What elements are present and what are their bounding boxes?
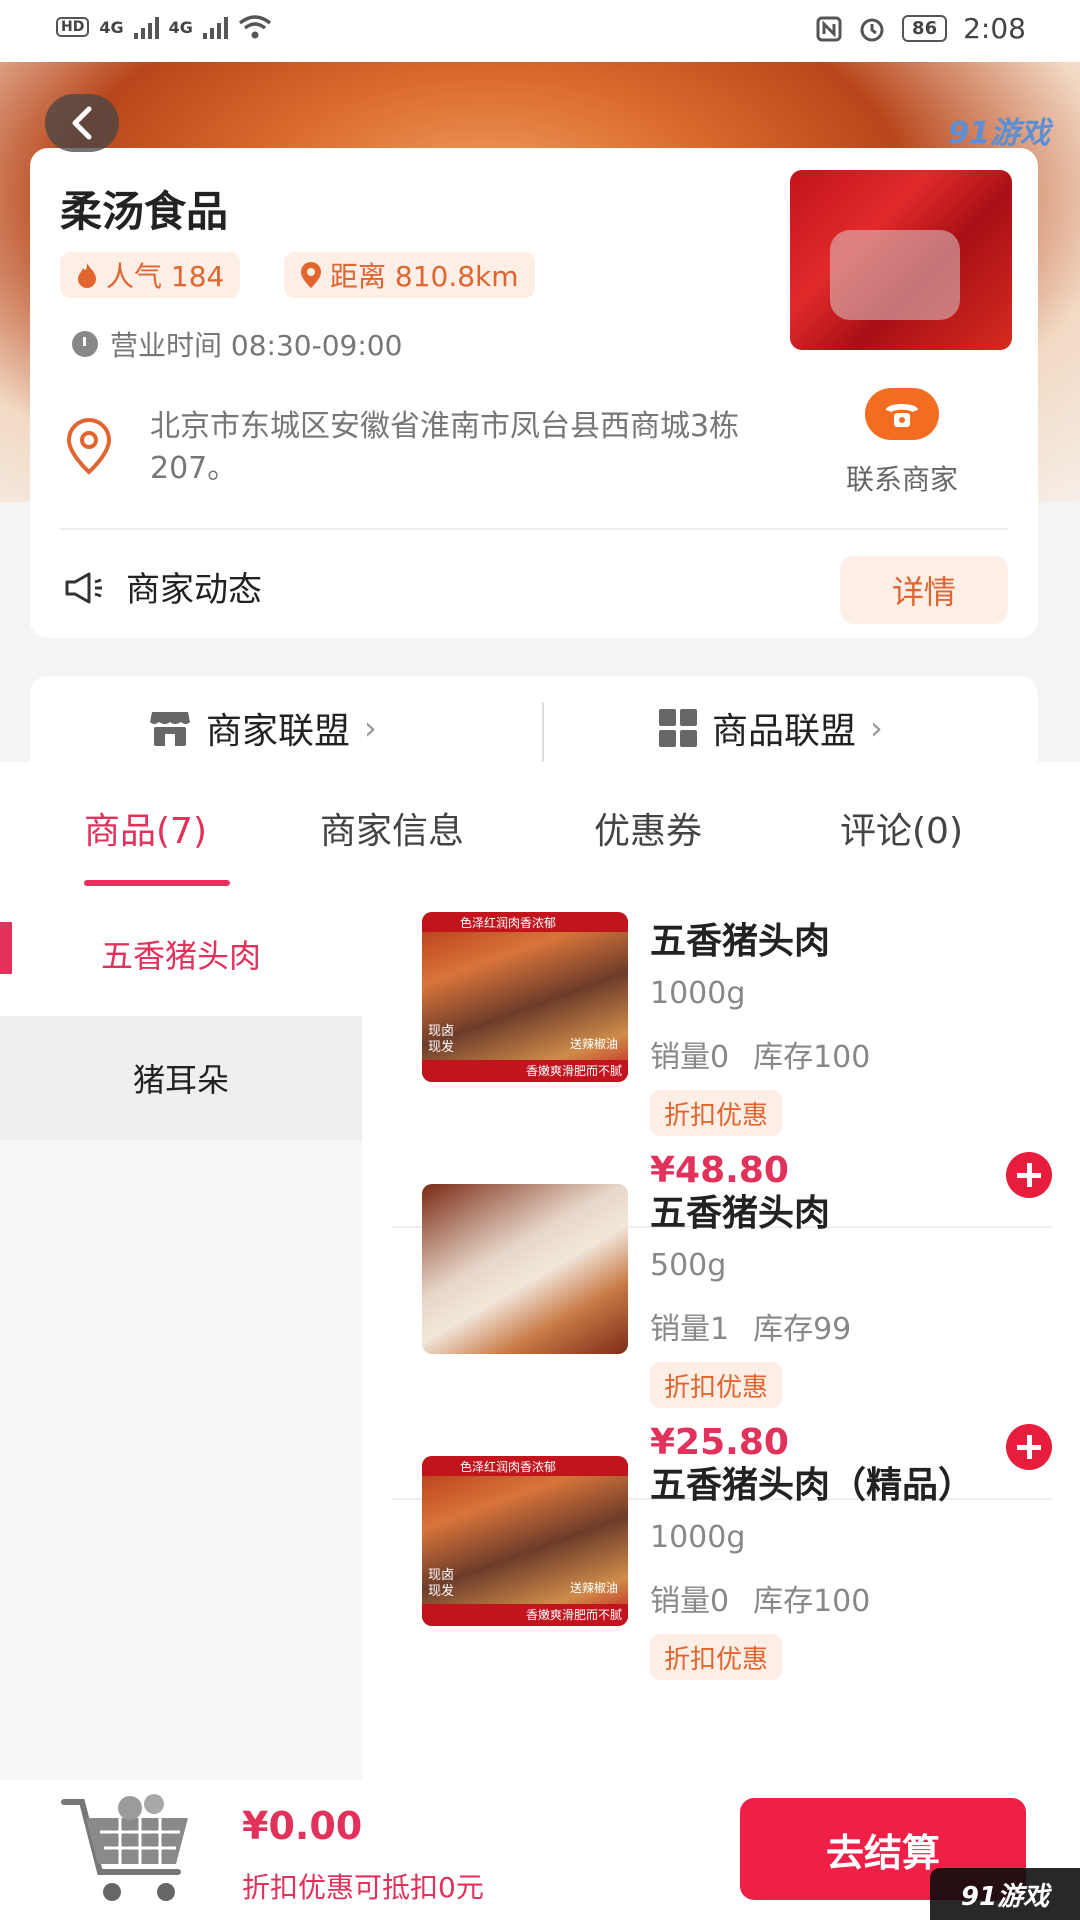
category-item-ear[interactable]: 猪耳朵 (0, 1016, 362, 1140)
product-stats: 销量0 库存100 (650, 1032, 870, 1076)
back-button[interactable] (45, 94, 119, 152)
store-name: 柔汤食品 (60, 187, 229, 236)
store-address: 北京市东城区安徽省淮南市凤台县西商城3栋207。 (150, 409, 740, 486)
discount-note: 折扣优惠可抵扣0元 (242, 1871, 484, 1904)
distance-label: 距离 810.8km (330, 260, 519, 293)
fire-icon (78, 263, 96, 288)
product-stock: 库存100 (753, 1040, 871, 1075)
product-image: 色泽红润肉香浓郁 送辣椒油 香嫩爽滑肥而不腻 现卤现发 (422, 912, 628, 1082)
cart-bar: ¥0.00 折扣优惠可抵扣0元 去结算 (0, 1780, 1080, 1920)
product-spec: 1000g (650, 1520, 746, 1555)
merchant-news-label[interactable]: 商家动态 (126, 562, 262, 611)
active-tab-indicator (84, 880, 230, 886)
business-hours-label: 营业时间 08:30-09:00 (110, 329, 403, 362)
category-sidebar: 五香猪头肉 猪耳朵 (0, 892, 362, 1780)
discount-badge: 折扣优惠 (650, 1090, 783, 1136)
hd-badge: HD (56, 17, 90, 37)
cart-total: ¥0.00 (242, 1804, 363, 1848)
product-stock: 库存100 (753, 1584, 871, 1619)
popularity-tag: 人气 184 (60, 252, 241, 298)
popularity-label: 人气 184 (106, 260, 225, 293)
clock-icon (72, 331, 98, 357)
product-image-tag: 送辣椒油 (569, 1581, 618, 1595)
clock-time: 2:08 (963, 12, 1026, 45)
product-image-tag: 色泽红润肉香浓郁 (460, 916, 557, 930)
status-left: HD 4G 4G (56, 14, 272, 40)
signal-1-icon (133, 15, 159, 39)
battery-level: 86 (902, 15, 948, 42)
tab-merchant-info[interactable]: 商家信息 (320, 802, 464, 854)
contact-merchant-label: 联系商家 (845, 463, 958, 496)
product-image: 色泽红润肉香浓郁 送辣椒油 香嫩爽滑肥而不腻 现卤现发 (422, 1456, 628, 1626)
discount-badge: 折扣优惠 (650, 1634, 783, 1680)
product-sales: 销量0 (650, 1584, 730, 1619)
category-label: 五香猪头肉 (100, 937, 261, 975)
location-icon (301, 262, 321, 288)
alliance-bar: 商家联盟 › 商品联盟 › (30, 676, 1038, 770)
product-image-tag: 香嫩爽滑肥而不腻 (525, 1608, 622, 1622)
product-stock: 库存99 (753, 1312, 852, 1347)
alliance-divider (542, 702, 544, 770)
watermark-logo-bottom: 91游戏 (930, 1868, 1080, 1920)
tab-coupons[interactable]: 优惠券 (594, 802, 702, 854)
tab-products[interactable]: 商品(7) (84, 802, 207, 854)
chevron-right-icon: › (870, 709, 883, 747)
wifi-icon (238, 15, 271, 39)
status-right: 86 2:08 (816, 12, 1026, 45)
distance-tag: 距离 810.8km (284, 252, 535, 298)
signal-1-label: 4G (99, 17, 124, 37)
phone-icon (865, 388, 939, 440)
product-name: 五香猪头肉 (650, 1193, 831, 1234)
product-spec: 500g (650, 1248, 727, 1283)
category-item-wuxiang[interactable]: 五香猪头肉 (0, 892, 362, 1016)
status-bar: HD 4G 4G 86 2:08 (0, 0, 1080, 62)
product-image-tag: 色泽红润肉香浓郁 (460, 1460, 557, 1474)
product-image-tag: 送辣椒油 (569, 1037, 618, 1051)
product-image-tag: 现卤现发 (428, 1568, 455, 1599)
store-thumbnail[interactable] (790, 170, 1012, 350)
discount-badge: 折扣优惠 (650, 1362, 783, 1408)
product-stats: 销量0 库存100 (650, 1576, 870, 1620)
product-sales: 销量1 (650, 1312, 730, 1347)
card-divider (60, 528, 1008, 530)
signal-2-icon (202, 15, 228, 39)
chevron-right-icon: › (364, 709, 377, 747)
merchant-alliance-link[interactable]: 商家联盟 › (148, 702, 377, 754)
megaphone-icon (65, 572, 102, 604)
tab-bar: 商品(7) 商家信息 优惠券 评论(0) (0, 762, 1080, 892)
grid-icon (659, 709, 697, 747)
product-alliance-link[interactable]: 商品联盟 › (658, 702, 883, 754)
signal-2-label: 4G (168, 17, 193, 37)
contact-merchant-button[interactable]: 联系商家 (832, 388, 972, 498)
merchant-alliance-label: 商家联盟 (206, 711, 351, 752)
product-name: 五香猪头肉 (650, 921, 831, 962)
alarm-icon (860, 18, 884, 41)
product-image-tag: 现卤现发 (428, 1024, 455, 1055)
store-icon (150, 712, 190, 746)
product-name: 五香猪头肉（精品） (650, 1465, 975, 1506)
nfc-icon (816, 16, 842, 41)
product-alliance-label: 商品联盟 (712, 711, 857, 752)
product-stats: 销量1 库存99 (650, 1304, 851, 1348)
product-card[interactable]: 色泽红润肉香浓郁 送辣椒油 香嫩爽滑肥而不腻 现卤现发 五香猪头肉（精品） 10… (392, 1436, 1052, 1772)
product-sales: 销量0 (650, 1040, 730, 1075)
pin-icon (66, 417, 112, 475)
product-image-tag: 香嫩爽滑肥而不腻 (525, 1064, 622, 1078)
back-icon (72, 106, 92, 140)
store-info-card: 柔汤食品 人气 184 距离 810.8km 营业时间 08:30-09:00 … (30, 148, 1038, 638)
product-list: 色泽红润肉香浓郁 送辣椒油 香嫩爽滑肥而不腻 现卤现发 五香猪头肉 1000g … (362, 892, 1080, 1780)
cart-icon[interactable] (60, 1792, 200, 1910)
product-spec: 1000g (650, 976, 746, 1011)
tab-reviews[interactable]: 评论(0) (840, 802, 963, 854)
watermark-logo-top: 91游戏 (948, 116, 1050, 151)
business-hours: 营业时间 08:30-09:00 (72, 324, 402, 364)
product-image (422, 1184, 628, 1354)
detail-button[interactable]: 详情 (840, 556, 1008, 624)
category-label: 猪耳朵 (132, 1061, 229, 1099)
